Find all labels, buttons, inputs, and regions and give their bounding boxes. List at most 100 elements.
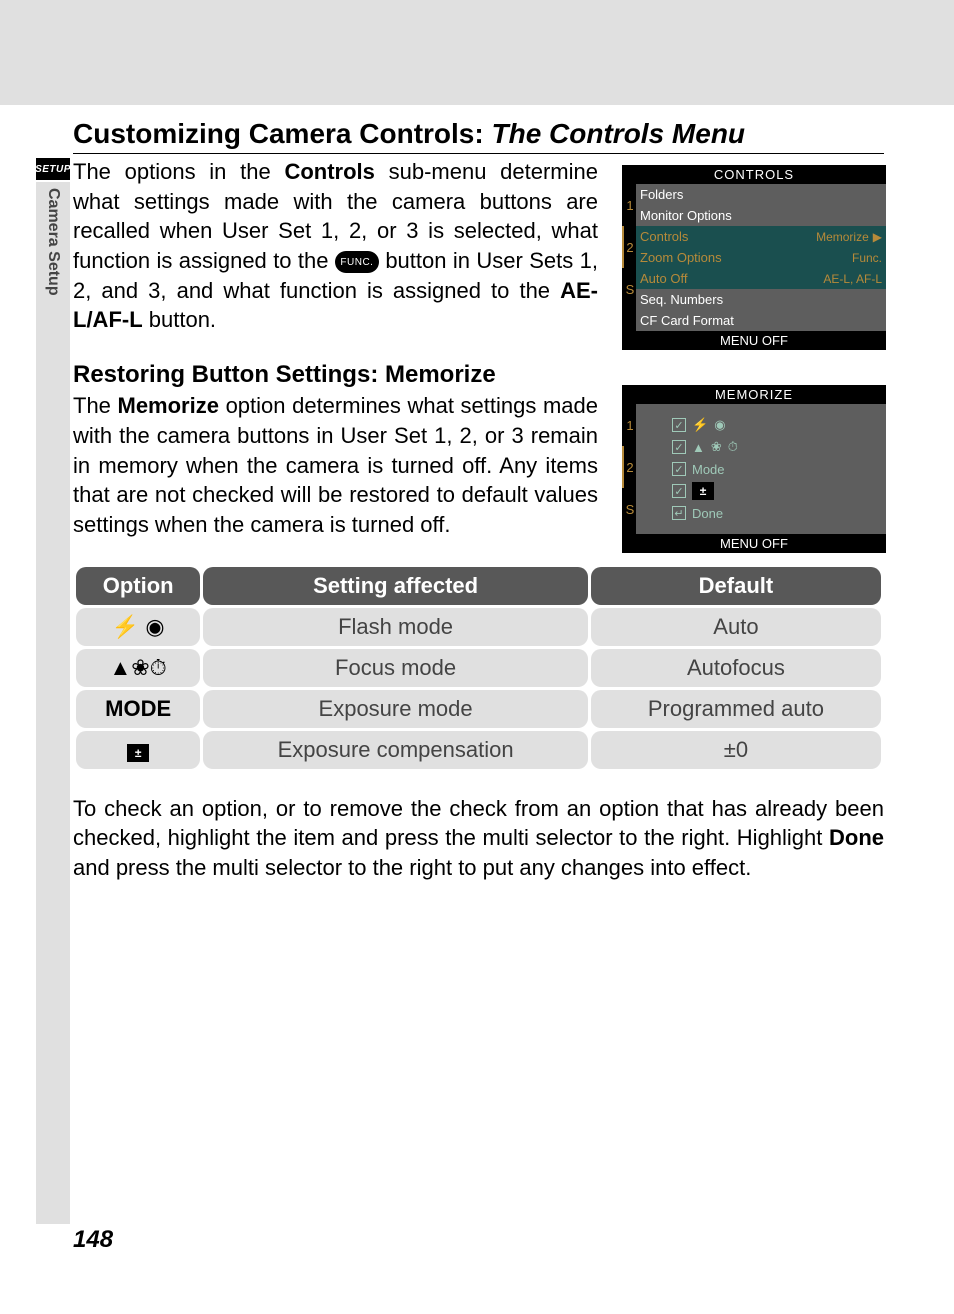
lcd-tab: S [622, 268, 636, 310]
table-row: Exposure compensation ±0 [76, 731, 881, 769]
para2-a: The [73, 393, 118, 418]
lcd-tab: 2 [622, 446, 636, 488]
flower-icon [711, 439, 722, 455]
option-label: Mode [692, 462, 725, 477]
chevron-right-icon: ▶ [873, 230, 882, 244]
lcd-row-label: Folders [640, 187, 683, 202]
lcd-row-value: Memorize▶ [816, 230, 882, 244]
settings-table: Option Setting affected Default Flash mo… [73, 564, 884, 772]
th-default: Default [591, 567, 881, 605]
opt-cell: MODE [76, 690, 200, 728]
para3-b: Done [829, 825, 884, 850]
para1-b: Controls [284, 159, 374, 184]
lcd-tab: 2 [622, 226, 636, 268]
table-header-row: Option Setting affected Default [76, 567, 881, 605]
lcd-footer: MENU OFF [622, 331, 886, 350]
sidebar-vertical-label: Camera Setup [36, 182, 70, 332]
lcd-row: Monitor Options [636, 205, 886, 226]
eye-icon [145, 614, 164, 639]
lcd-title: CONTROLS [622, 165, 886, 184]
opt-cell [76, 608, 200, 646]
checkbox-icon [672, 462, 686, 476]
para1-f: button. [143, 307, 216, 332]
table-row: Flash mode Auto [76, 608, 881, 646]
lcd-row-label: Controls [640, 229, 688, 244]
default-cell: Auto [591, 608, 881, 646]
memorize-option: Mode [672, 458, 850, 480]
setting-cell: Exposure mode [203, 690, 588, 728]
default-cell: Autofocus [591, 649, 881, 687]
setting-cell: Exposure compensation [203, 731, 588, 769]
lcd-row-value: AE-L, AF-L [823, 272, 882, 286]
memorize-option [672, 436, 850, 458]
lcd-menu: Mode Done [636, 404, 886, 534]
flower-icon [131, 655, 149, 680]
memorize-option [672, 414, 850, 436]
lcd-tab: 1 [622, 184, 636, 226]
table-row: Focus mode Autofocus [76, 649, 881, 687]
mountain-icon [109, 655, 131, 680]
checkbox-icon [672, 440, 686, 454]
lcd-tab: 1 [622, 404, 636, 446]
expcomp-icon [127, 744, 149, 762]
th-setting: Setting affected [203, 567, 588, 605]
enter-icon [672, 506, 686, 520]
lcd-row: Auto Off AE-L, AF-L [636, 268, 886, 289]
para3-a: To check an option, or to remove the che… [73, 796, 884, 851]
flash-icon [692, 417, 708, 433]
lcd-tabs: 1 2 S [622, 404, 636, 534]
memorize-option [672, 480, 850, 502]
lcd-row-label: CF Card Format [640, 313, 734, 328]
lcd-tabs: 1 2 S [622, 184, 636, 331]
para3-c: and press the multi selector to the righ… [73, 855, 751, 880]
th-option: Option [76, 567, 200, 605]
page-number: 148 [73, 1226, 113, 1254]
lcd-controls-screen: CONTROLS 1 2 S Folders Monitor Options C… [622, 165, 886, 350]
lcd-row-label: Zoom Options [640, 250, 722, 265]
expcomp-icon [692, 482, 714, 500]
lcd-row-label: Seq. Numbers [640, 292, 723, 307]
lcd-title: MEMORIZE [622, 385, 886, 404]
para1-a: The options in the [73, 159, 284, 184]
top-gray-bar [0, 0, 954, 105]
lcd-row: CF Card Format [636, 310, 886, 331]
para2-b: Memorize [118, 393, 219, 418]
lcd-tab: S [622, 488, 636, 530]
timer-icon [150, 655, 167, 680]
lcd-menu: Folders Monitor Options Controls Memorize… [636, 184, 886, 331]
setting-cell: Flash mode [203, 608, 588, 646]
lcd-body: 1 2 S Folders Monitor Options Controls Me… [622, 184, 886, 331]
lcd-footer: MENU OFF [622, 534, 886, 553]
eye-icon [714, 417, 725, 433]
table-row: MODE Exposure mode Programmed auto [76, 690, 881, 728]
flash-icon [112, 614, 139, 639]
lcd-row-value: Func. [852, 251, 882, 265]
heading-italic: The Controls Menu [491, 118, 745, 149]
lcd-row: Seq. Numbers [636, 289, 886, 310]
lcd-row: Folders [636, 184, 886, 205]
opt-cell [76, 649, 200, 687]
setting-cell: Focus mode [203, 649, 588, 687]
lcd-row-label: Monitor Options [640, 208, 732, 223]
func-button-icon: FUNC. [335, 251, 379, 273]
lcd-memorize-screen: MEMORIZE 1 2 S Mode Done MENU OFF [622, 385, 886, 553]
checkbox-icon [672, 484, 686, 498]
opt-cell [76, 731, 200, 769]
intro-paragraph: The options in the Controls sub-menu det… [73, 157, 598, 335]
sidebar-stripe [36, 332, 70, 1224]
timer-icon [728, 439, 738, 455]
memorize-paragraph: The Memorize option determines what sett… [73, 391, 598, 539]
page-heading: Customizing Camera Controls: The Control… [73, 118, 884, 154]
setup-badge: SETUP [36, 158, 70, 180]
heading-prefix: Customizing Camera Controls: [73, 118, 491, 149]
closing-paragraph: To check an option, or to remove the che… [73, 794, 884, 883]
default-cell: ±0 [591, 731, 881, 769]
lcd-row: Zoom Options Func. [636, 247, 886, 268]
lcd-body: 1 2 S Mode Done [622, 404, 886, 534]
checkbox-icon [672, 418, 686, 432]
option-label: Done [692, 506, 723, 521]
lcd-row-label: Auto Off [640, 271, 687, 286]
lcd-row-selected: Controls Memorize▶ [636, 226, 886, 247]
memorize-option-done: Done [672, 502, 850, 524]
default-cell: Programmed auto [591, 690, 881, 728]
